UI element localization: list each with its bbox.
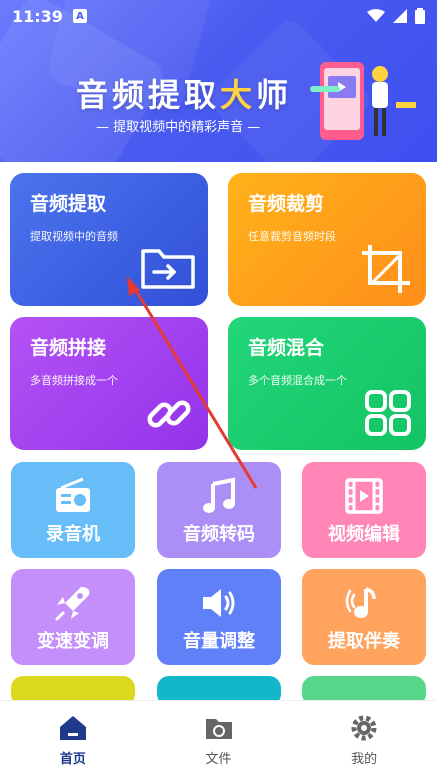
nav-label: 首页 — [59, 752, 86, 767]
audio-join-card[interactable]: 音频拼接 多音频拼接成一个 — [10, 317, 208, 450]
card-desc: 多个音频混合成一个 — [248, 374, 347, 387]
audio-extract-card[interactable]: 音频提取 提取视频中的音频 — [10, 173, 208, 306]
tool-video-edit[interactable]: 视频编辑 — [302, 462, 426, 558]
card-desc: 提取视频中的音频 — [30, 230, 118, 243]
banner: 11:39 A 音频提取大师 — 提取视频中的精彩声音 — — [0, 0, 437, 162]
speaker-icon — [203, 589, 235, 617]
tool-label: 音频转码 — [183, 524, 255, 545]
tool-recorder[interactable]: 录音机 — [11, 462, 135, 558]
battery-icon — [415, 8, 425, 24]
bottom-nav: 首页 文件 我的 — [0, 700, 437, 776]
nav-label: 我的 — [351, 752, 378, 767]
music-broadcast-icon — [345, 587, 376, 618]
nav-mine[interactable]: 我的 — [291, 701, 437, 776]
status-bar: 11:39 A — [0, 0, 437, 32]
folder-import-icon — [141, 249, 195, 289]
wifi-icon — [367, 9, 385, 22]
card-title: 音频提取 — [30, 193, 107, 215]
tool-accompaniment[interactable]: 提取伴奏 — [302, 569, 426, 665]
tool-transcode[interactable]: 音频转码 — [157, 462, 281, 558]
tool-label: 提取伴奏 — [328, 631, 400, 652]
tool-label: 变速变调 — [37, 631, 109, 652]
tool-label: 音量调整 — [183, 631, 255, 652]
card-title: 音频拼接 — [30, 337, 107, 359]
status-time: 11:39 — [12, 6, 63, 26]
tool-volume[interactable]: 音量调整 — [157, 569, 281, 665]
audio-mix-card[interactable]: 音频混合 多个音频混合成一个 — [228, 317, 426, 450]
music-note-icon — [203, 477, 235, 513]
card-title: 音频混合 — [248, 337, 325, 359]
rocket-icon — [55, 587, 90, 621]
signal-icon — [393, 9, 407, 23]
nav-files[interactable]: 文件 — [146, 701, 292, 776]
tool-speed-pitch[interactable]: 变速变调 — [11, 569, 135, 665]
nav-home[interactable]: 首页 — [0, 701, 146, 776]
card-desc: 多音频拼接成一个 — [30, 374, 118, 387]
radio-icon — [56, 477, 90, 512]
card-desc: 任意裁剪音频时段 — [248, 230, 336, 243]
banner-title: 音频提取大师 — [76, 76, 293, 114]
crop-icon — [362, 245, 410, 293]
banner-subtitle: — 提取视频中的精彩声音 — — [96, 120, 261, 135]
folder-icon — [205, 719, 232, 739]
home-icon — [59, 716, 86, 740]
phone-illustration-icon — [310, 62, 416, 140]
link-icon — [147, 400, 191, 428]
film-icon — [345, 478, 383, 514]
nav-label: 文件 — [205, 752, 232, 767]
grid-icon — [365, 390, 411, 436]
audio-cut-card[interactable]: 音频裁剪 任意裁剪音频时段 — [228, 173, 426, 306]
gear-icon — [351, 715, 377, 741]
tool-label: 视频编辑 — [328, 524, 400, 545]
card-title: 音频裁剪 — [248, 193, 325, 215]
notification-badge: A — [72, 9, 87, 23]
tool-label: 录音机 — [46, 524, 100, 545]
